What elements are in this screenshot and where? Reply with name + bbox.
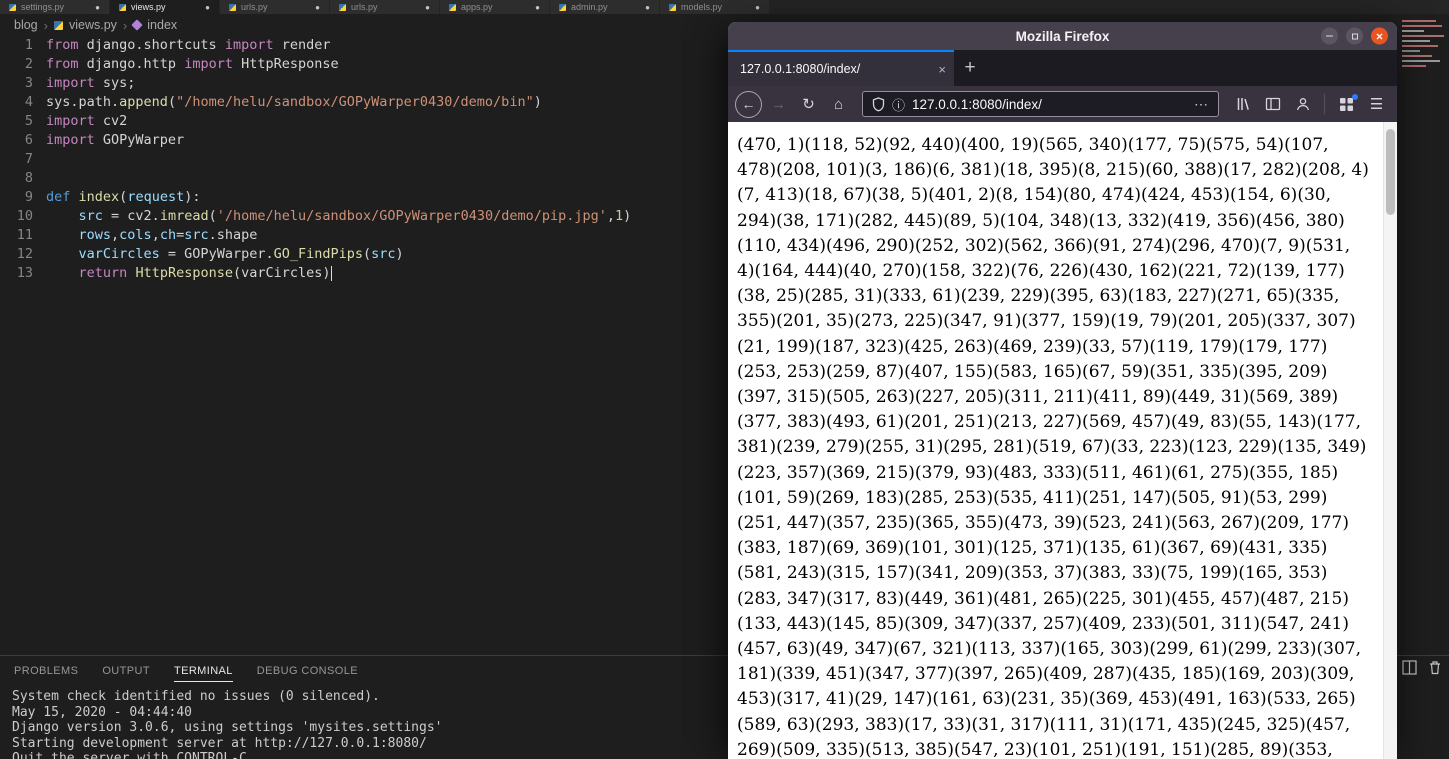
tab-label: admin.py	[571, 2, 608, 12]
extension-badge	[1352, 93, 1358, 100]
tab-label: urls.py	[241, 2, 268, 12]
extension-button[interactable]	[1333, 91, 1360, 118]
back-button[interactable]: ←	[735, 90, 762, 118]
modified-dot-icon[interactable]: ●	[535, 3, 540, 12]
editor-tab-views.py[interactable]: views.py ●	[110, 0, 220, 14]
tab-label: views.py	[131, 2, 166, 12]
line-number: 11	[16, 227, 33, 243]
split-terminal-icon[interactable]	[1402, 660, 1417, 675]
line-number: 1	[24, 37, 33, 53]
site-info-icon[interactable]: ⓘ	[892, 95, 905, 114]
breadcrumb: blog › views.py › index	[0, 14, 728, 36]
modified-dot-icon[interactable]: ●	[315, 3, 320, 12]
text-cursor	[330, 265, 333, 281]
tab-label: models.py	[681, 2, 723, 12]
editor-tab-urls.py[interactable]: urls.py ●	[330, 0, 440, 14]
desktop: settings.py ● views.py ● urls.py ● urls.py ● app…	[0, 0, 1449, 759]
breadcrumb-item-blog[interactable]: blog	[14, 18, 38, 32]
python-file-icon	[339, 3, 346, 11]
python-file-icon	[119, 3, 126, 11]
url-text[interactable]: 127.0.0.1:8080/index/	[912, 97, 1187, 112]
new-tab-button[interactable]: +	[954, 50, 986, 86]
python-file-icon	[449, 3, 456, 11]
python-file-icon	[229, 3, 236, 11]
firefox-titlebar[interactable]: Mozilla Firefox ×	[728, 22, 1397, 50]
line-number: 6	[24, 132, 33, 148]
line-number: 10	[16, 208, 33, 224]
window-controls: ×	[1321, 27, 1388, 45]
window-title: Mozilla Firefox	[1015, 28, 1110, 44]
toolbar-divider	[1324, 94, 1325, 114]
python-file-icon	[9, 3, 16, 11]
chevron-right-icon: ›	[43, 17, 48, 33]
line-number: 7	[24, 151, 33, 167]
library-button[interactable]	[1229, 91, 1256, 118]
minimize-button[interactable]	[1321, 27, 1338, 45]
editor-tab-bar: settings.py ● views.py ● urls.py ● urls.py ● app…	[0, 0, 1449, 14]
editor-tab-settings.py[interactable]: settings.py ●	[0, 0, 110, 14]
tracking-shield-icon[interactable]	[872, 96, 885, 112]
line-number: 9	[24, 189, 33, 205]
line-number: 8	[24, 170, 33, 186]
line-number: 12	[16, 246, 33, 262]
menu-button[interactable]: ☰	[1363, 91, 1390, 118]
line-number: 13	[16, 265, 33, 281]
modified-dot-icon[interactable]: ●	[645, 3, 650, 12]
page-scrollbar[interactable]	[1383, 122, 1397, 759]
page-text: (470, 1)(118, 52)(92, 440)(400, 19)(565,…	[737, 135, 1369, 759]
python-file-icon	[559, 3, 566, 11]
modified-dot-icon[interactable]: ●	[755, 3, 760, 12]
forward-button[interactable]: →	[765, 91, 792, 118]
page-content: (470, 1)(118, 52)(92, 440)(400, 19)(565,…	[728, 122, 1397, 759]
panel-tab-output[interactable]: OUTPUT	[102, 665, 150, 682]
python-file-icon	[669, 3, 676, 11]
breadcrumb-item-index[interactable]: index	[147, 18, 177, 32]
editor-tab-apps.py[interactable]: apps.py ●	[440, 0, 550, 14]
firefox-nav-bar: ← → ↻ ⌂ ⓘ 127.0.0.1:8080/index/ ⋯ ☰	[728, 86, 1397, 122]
minimap[interactable]	[1400, 17, 1446, 70]
line-number: 2	[24, 56, 33, 72]
breadcrumb-item-views[interactable]: views.py	[69, 18, 117, 32]
python-file-icon	[53, 20, 63, 30]
line-number: 4	[24, 94, 33, 110]
url-bar[interactable]: ⓘ 127.0.0.1:8080/index/ ⋯	[862, 91, 1219, 117]
close-button[interactable]: ×	[1371, 27, 1388, 45]
close-tab-icon[interactable]: ×	[938, 62, 946, 77]
sidebar-button[interactable]	[1259, 91, 1286, 118]
maximize-button[interactable]	[1346, 27, 1363, 45]
home-button[interactable]: ⌂	[825, 91, 852, 118]
modified-dot-icon[interactable]: ●	[205, 3, 210, 12]
modified-dot-icon[interactable]: ●	[425, 3, 430, 12]
line-number: 5	[24, 113, 33, 129]
chevron-right-icon: ›	[122, 17, 128, 33]
editor-tab-admin.py[interactable]: admin.py ●	[550, 0, 660, 14]
tab-label: settings.py	[21, 2, 65, 12]
tab-label: apps.py	[461, 2, 493, 12]
panel-tab-problems[interactable]: PROBLEMS	[14, 665, 78, 682]
editor-gutter: 1 2 3 4 5 6 7 8 9 10 11 12 13	[0, 36, 46, 655]
firefox-tab-bar: 127.0.0.1:8080/index/ × +	[728, 50, 1397, 86]
kill-terminal-trash-icon[interactable]	[1428, 660, 1442, 675]
page-actions-icon[interactable]: ⋯	[1194, 96, 1209, 113]
tab-title: 127.0.0.1:8080/index/	[740, 62, 861, 76]
symbol-method-icon	[131, 19, 143, 31]
reload-button[interactable]: ↻	[795, 91, 822, 118]
panel-actions	[1402, 660, 1442, 675]
browser-tab[interactable]: 127.0.0.1:8080/index/ ×	[728, 50, 954, 86]
editor-tab-urls.py[interactable]: urls.py ●	[220, 0, 330, 14]
panel-tab-terminal[interactable]: TERMINAL	[173, 665, 233, 682]
scrollbar-thumb[interactable]	[1386, 129, 1395, 215]
account-button[interactable]	[1289, 91, 1316, 118]
tab-label: urls.py	[351, 2, 378, 12]
editor-tab-models.py[interactable]: models.py ●	[660, 0, 770, 14]
modified-dot-icon[interactable]: ●	[95, 3, 100, 12]
firefox-window: Mozilla Firefox × 127.0.0.1:8080/index/ …	[728, 22, 1397, 759]
panel-tab-debug-console[interactable]: DEBUG CONSOLE	[257, 665, 358, 682]
line-number: 3	[24, 75, 33, 91]
